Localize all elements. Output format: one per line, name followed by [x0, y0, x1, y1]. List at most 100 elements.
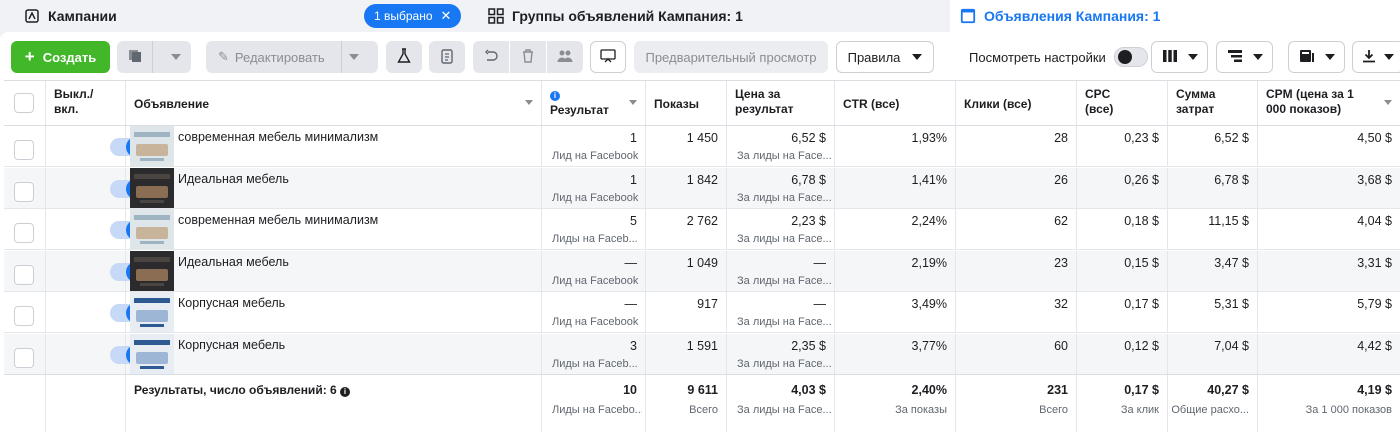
delete-button[interactable]	[510, 41, 546, 73]
row-checkbox[interactable]	[14, 223, 34, 243]
divider	[341, 41, 342, 73]
preview-button[interactable]: Предварительный просмотр	[634, 41, 828, 73]
ad-name-cell[interactable]: современная мебель минимализм	[126, 126, 542, 166]
ad-thumbnail	[130, 292, 174, 332]
undo-button[interactable]	[473, 41, 509, 73]
select-all-checkbox[interactable]	[14, 93, 34, 113]
test-button[interactable]	[386, 41, 422, 73]
review-button[interactable]	[590, 41, 626, 73]
ad-name[interactable]: Корпусная мебель	[178, 296, 285, 310]
cell-cpm-value: 4,50 $	[1357, 131, 1392, 145]
column-clicks[interactable]: Клики (все)	[956, 81, 1077, 125]
cell-ctr-value: 1,93%	[911, 131, 947, 145]
cell-results: 1 Лид на Facebook	[542, 167, 646, 208]
column-clicks-label: Клики (все)	[964, 97, 1032, 111]
cell-cpr-value: 6,52 $	[791, 131, 826, 145]
table-row[interactable]: современная мебель минимализм 5 Лиды на Fa…	[4, 209, 1400, 250]
totals-row: Результаты, число объявлений: 6 i 10 Лиды…	[4, 374, 1400, 432]
column-cpm[interactable]: CPM (цена за 1 000 показов)	[1258, 81, 1400, 125]
ad-name-cell[interactable]: Корпусная мебель	[126, 333, 542, 374]
row-checkbox[interactable]	[14, 306, 34, 326]
cell-spend-value: 11,15 $	[1208, 214, 1249, 228]
rules-button[interactable]: Правила	[836, 41, 934, 73]
tab-ads-label: Объявления Кампания: 1	[984, 8, 1161, 24]
duplicate-button[interactable]	[117, 41, 191, 73]
row-toggle-cell	[46, 250, 146, 291]
column-onoff[interactable]: Выкл./ вкл.	[46, 81, 126, 125]
flask-icon	[397, 47, 411, 67]
header-select-all[interactable]	[4, 81, 46, 125]
row-checkbox[interactable]	[14, 264, 34, 285]
breakdown-button[interactable]	[1216, 41, 1273, 73]
columns-button[interactable]	[1151, 41, 1208, 73]
cell-clicks-value: 62	[1054, 214, 1068, 228]
cell-cpc: 0,17 $	[1077, 292, 1168, 332]
tab-ads[interactable]: Объявления Кампания: 1	[950, 0, 1400, 32]
ad-name-cell[interactable]: Корпусная мебель	[126, 292, 542, 332]
ad-name[interactable]: Корпусная мебель	[178, 338, 285, 352]
cell-spend: 3,47 $	[1168, 250, 1258, 291]
download-icon	[1362, 49, 1376, 66]
export-button[interactable]	[1352, 41, 1400, 73]
column-ctr-label: CTR (все)	[843, 97, 900, 111]
table-row[interactable]: Корпусная мебель 3 Лиды на Faceb... 1 591 2,…	[4, 333, 1400, 375]
view-settings-toggle[interactable]: Посмотреть настройки	[969, 41, 1148, 73]
column-spend[interactable]: Сумма затрат	[1168, 81, 1258, 125]
audience-button[interactable]	[547, 41, 583, 73]
ad-name-cell[interactable]: Идеальная мебель	[126, 167, 542, 208]
column-cpc[interactable]: CPC (все)	[1077, 81, 1168, 125]
chevron-down-icon	[171, 54, 181, 60]
column-cost-per-result[interactable]: Цена за результат	[727, 81, 835, 125]
cell-cpr: 2,35 $ За лиды на Face...	[727, 333, 835, 374]
ad-name[interactable]: Идеальная мебель	[178, 172, 289, 186]
cell-impressions: 1 450	[646, 126, 727, 166]
ad-name-cell[interactable]: Идеальная мебель	[126, 250, 542, 291]
ad-name[interactable]: современная мебель минимализм	[178, 130, 378, 144]
tab-adsets[interactable]: Группы объявлений Кампания: 1	[480, 0, 942, 32]
cell-cpr-value: 2,23 $	[791, 214, 826, 228]
row-select-cell	[4, 209, 46, 249]
reports-button[interactable]	[1288, 41, 1345, 73]
notes-button[interactable]	[429, 41, 465, 73]
cell-impressions-value: 917	[697, 297, 718, 311]
column-ctr[interactable]: CTR (все)	[835, 81, 956, 125]
ad-name-cell[interactable]: современная мебель минимализм	[126, 209, 542, 249]
column-cost-per-result-label: Цена за результат	[735, 87, 794, 116]
breakdown-icon	[1227, 49, 1243, 66]
ad-name[interactable]: современная мебель минимализм	[178, 213, 378, 227]
cell-spend-value: 6,78 $	[1214, 172, 1249, 187]
create-button[interactable]: + Создать	[11, 41, 110, 73]
table-row[interactable]: Идеальная мебель 1 Лид на Facebook 1 842 6,7…	[4, 167, 1400, 209]
view-settings-switch[interactable]	[1113, 47, 1148, 67]
clear-selection-close-icon[interactable]: ✕	[441, 8, 452, 24]
table-row[interactable]: современная мебель минимализм 1 Лид на Fac…	[4, 126, 1400, 167]
totals-results: 10 Лиды на Facebo...	[542, 375, 646, 432]
cell-results: 3 Лиды на Faceb...	[542, 333, 646, 374]
row-checkbox[interactable]	[14, 347, 34, 368]
totals-impressions-sub: Всего	[689, 404, 718, 416]
grid-icon	[488, 8, 504, 24]
cell-cpc: 0,26 $	[1077, 167, 1168, 208]
table-row[interactable]: Корпусная мебель — Лид на Facebook 917 — За л…	[4, 292, 1400, 333]
totals-label-cell: Результаты, число объявлений: 6 i	[126, 375, 542, 432]
column-ad[interactable]: Объявление	[126, 81, 542, 125]
totals-results-value: 10	[623, 383, 637, 397]
table-row[interactable]: Идеальная мебель — Лид на Facebook 1 049 — За…	[4, 250, 1400, 292]
duplicate-icon	[127, 48, 143, 67]
column-impressions[interactable]: Показы	[646, 81, 727, 125]
cell-cpm-value: 4,42 $	[1357, 338, 1392, 353]
selected-pill[interactable]: 1 выбрано ✕	[364, 4, 462, 28]
edit-button-label: Редактировать	[234, 49, 325, 65]
ad-name[interactable]: Идеальная мебель	[178, 255, 289, 269]
totals-ctr: 2,40% За показы	[835, 375, 956, 432]
column-results[interactable]: i Результат	[542, 81, 646, 125]
row-checkbox[interactable]	[14, 140, 34, 160]
info-icon[interactable]: i	[340, 387, 351, 397]
edit-button[interactable]: ✎ Редактировать	[206, 41, 378, 73]
cell-clicks: 60	[956, 333, 1077, 374]
row-checkbox[interactable]	[14, 181, 34, 202]
cell-clicks-value: 32	[1054, 297, 1068, 311]
tab-campaigns[interactable]: Кампании 1 выбрано ✕	[0, 0, 472, 32]
totals-cpc: 0,17 $ За клик	[1077, 375, 1168, 432]
cell-ctr: 3,49%	[835, 292, 956, 332]
